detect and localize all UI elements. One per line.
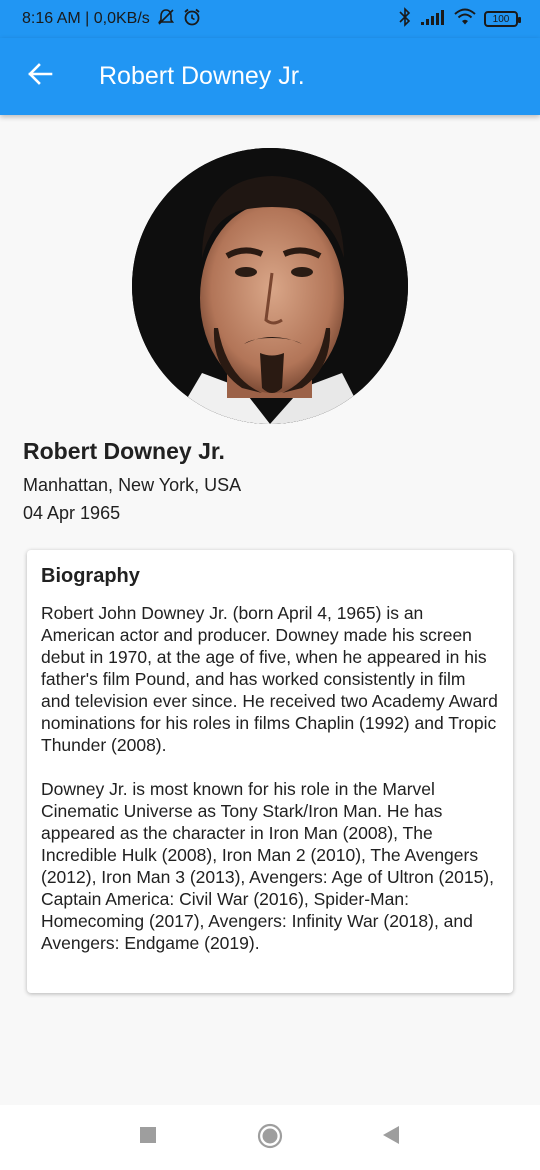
status-bar: 8:16 AM | 0,0KB/s 100 (0, 0, 540, 38)
home-circle-icon (257, 1123, 283, 1154)
back-triangle-icon (382, 1125, 400, 1150)
biography-paragraph-2: Downey Jr. is most known for his role in… (41, 779, 494, 953)
biography-heading: Biography (41, 565, 140, 587)
status-left: 8:16 AM | 0,0KB/s (22, 7, 202, 32)
status-right: 100 (398, 6, 521, 32)
biography-paragraph-1: Robert John Downey Jr. (born April 4, 19… (41, 603, 498, 755)
alarm-icon (182, 7, 202, 32)
mute-icon (156, 7, 176, 32)
profile-name: Robert Downey Jr. (23, 438, 225, 464)
status-time-speed: 8:16 AM | 0,0KB/s (22, 10, 150, 27)
app-bar: Robert Downey Jr. (0, 38, 540, 115)
profile-birthday: 04 Apr 1965 (23, 503, 121, 523)
back-button[interactable] (8, 45, 72, 109)
home-button[interactable] (257, 1123, 283, 1154)
signal-icon (420, 8, 446, 31)
recents-square-icon (139, 1126, 157, 1149)
recents-button[interactable] (138, 1126, 158, 1149)
battery-level: 100 (492, 13, 510, 25)
wifi-icon (454, 8, 476, 31)
profile-avatar (132, 148, 408, 424)
page-title: Robert Downey Jr. (99, 62, 305, 90)
system-back-button[interactable] (381, 1125, 401, 1150)
battery-icon: 100 (484, 11, 521, 27)
bluetooth-icon (398, 6, 412, 32)
biography-card: Biography Robert John Downey Jr. (born A… (27, 550, 513, 993)
screen: 8:16 AM | 0,0KB/s 100 Robert Downey Jr. … (0, 0, 540, 1170)
arrow-left-icon (27, 61, 53, 92)
profile-place-of-birth: Manhattan, New York, USA (23, 475, 242, 495)
system-nav-bar (0, 1105, 540, 1170)
